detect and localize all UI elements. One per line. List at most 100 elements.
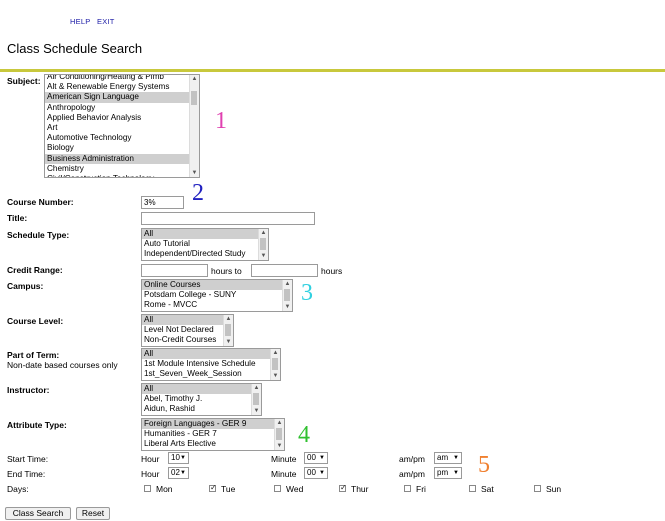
campus-listbox[interactable]: Online Courses Potsdam College - SUNY Rome… bbox=[141, 279, 293, 312]
listbox-option[interactable]: Alt & Renewable Energy Systems bbox=[45, 82, 189, 92]
listbox-option[interactable]: 1st_Seven_Week_Session bbox=[142, 369, 270, 379]
subject-listbox[interactable]: Air Conditioning/Heating & Plmb Alt & Ren… bbox=[44, 74, 200, 178]
start-minute-label: Minute bbox=[271, 454, 297, 464]
listbox-option[interactable]: All bbox=[142, 349, 270, 360]
end-hour-select[interactable]: 02 ▼ bbox=[168, 467, 189, 479]
listbox-option[interactable]: Auto Tutorial bbox=[142, 239, 258, 249]
day-label-mon: Mon bbox=[156, 484, 173, 494]
start-ampm-select[interactable]: am ▼ bbox=[434, 452, 462, 464]
help-link[interactable]: HELP bbox=[70, 17, 90, 26]
listbox-option[interactable]: Aidun, Rashid bbox=[142, 404, 251, 414]
end-hour-label: Hour bbox=[141, 469, 160, 479]
listbox-option[interactable]: Level Not Declared bbox=[142, 325, 223, 335]
header-divider bbox=[0, 69, 665, 72]
scroll-down-icon[interactable]: ▼ bbox=[253, 407, 260, 415]
end-time-label: End Time: bbox=[7, 469, 46, 479]
course-number-input[interactable]: 3% bbox=[141, 196, 184, 209]
part-of-term-listbox[interactable]: All 1st Module Intensive Schedule 1st_Seve… bbox=[141, 348, 281, 381]
day-label-wed: Wed bbox=[286, 484, 304, 494]
annotation-4: 4 bbox=[298, 422, 310, 448]
start-hour-select[interactable]: 10 ▼ bbox=[168, 452, 189, 464]
listbox-option[interactable]: All bbox=[142, 229, 258, 240]
listbox-option[interactable]: Art bbox=[45, 123, 189, 133]
annotation-2: 2 bbox=[192, 180, 204, 206]
day-label-thur: Thur bbox=[351, 484, 369, 494]
course-level-listbox[interactable]: All Level Not Declared Non-Credit Courses … bbox=[141, 314, 234, 347]
title-label: Title: bbox=[7, 213, 28, 223]
listbox-option[interactable]: Online Courses bbox=[142, 280, 282, 291]
day-label-tue: Tue bbox=[221, 484, 236, 494]
listbox-option[interactable]: Rome - MVCC bbox=[142, 300, 282, 310]
page-title: Class Schedule Search bbox=[7, 41, 143, 56]
listbox-option[interactable]: Air Conditioning/Heating & Plmb bbox=[45, 75, 189, 82]
listbox-option[interactable]: All bbox=[142, 384, 251, 395]
listbox-option[interactable]: Liberal Arts Elective bbox=[142, 439, 274, 449]
day-checkbox-thur[interactable] bbox=[339, 483, 347, 492]
scroll-thumb[interactable] bbox=[191, 91, 197, 105]
day-checkbox-mon[interactable] bbox=[144, 485, 151, 492]
day-checkbox-sat[interactable] bbox=[469, 485, 476, 492]
class-search-button[interactable]: Class Search bbox=[5, 507, 71, 520]
scroll-up-icon[interactable]: ▲ bbox=[253, 384, 260, 392]
listbox-option[interactable]: Humanities - GER 7 bbox=[142, 429, 274, 439]
start-time-label: Start Time: bbox=[7, 454, 49, 464]
scroll-down-icon[interactable]: ▼ bbox=[276, 442, 283, 450]
day-checkbox-fri[interactable] bbox=[404, 485, 411, 492]
start-hour-label: Hour bbox=[141, 454, 160, 464]
subject-label: Subject: bbox=[7, 76, 41, 86]
listbox-option[interactable]: Foreign Languages - GER 9 bbox=[142, 419, 274, 430]
listbox-option[interactable]: Biology bbox=[45, 143, 189, 153]
attribute-type-listbox[interactable]: Foreign Languages - GER 9 Humanities - GE… bbox=[141, 418, 285, 451]
day-checkbox-wed[interactable] bbox=[274, 485, 281, 492]
scroll-up-icon[interactable]: ▲ bbox=[260, 229, 267, 237]
campus-label: Campus: bbox=[7, 281, 44, 291]
scroll-up-icon[interactable]: ▲ bbox=[225, 315, 232, 323]
credit-to-input[interactable] bbox=[251, 264, 318, 277]
scroll-up-icon[interactable]: ▲ bbox=[191, 75, 198, 83]
day-checkbox-tue[interactable] bbox=[209, 483, 217, 492]
schedule-type-listbox[interactable]: All Auto Tutorial Independent/Directed Stu… bbox=[141, 228, 269, 261]
scroll-down-icon[interactable]: ▼ bbox=[191, 169, 198, 177]
scroll-down-icon[interactable]: ▼ bbox=[260, 252, 267, 260]
title-input[interactable] bbox=[141, 212, 315, 225]
start-minute-select[interactable]: 00 ▼ bbox=[304, 452, 328, 464]
listbox-option[interactable]: Potsdam College - SUNY bbox=[142, 290, 282, 300]
scroll-up-icon[interactable]: ▲ bbox=[284, 280, 291, 288]
listbox-option[interactable]: Applied Behavior Analysis bbox=[45, 113, 189, 123]
listbox-option[interactable]: 1st Module Intensive Schedule bbox=[142, 359, 270, 369]
listbox-option[interactable]: American Sign Language bbox=[45, 92, 189, 103]
scroll-down-icon[interactable]: ▼ bbox=[225, 338, 232, 346]
exit-link[interactable]: EXIT bbox=[97, 17, 114, 26]
listbox-option[interactable]: Anthropology bbox=[45, 103, 189, 113]
listbox-option[interactable]: All bbox=[142, 315, 223, 326]
end-ampm-label: am/pm bbox=[399, 469, 425, 479]
listbox-option[interactable]: Non-Credit Courses bbox=[142, 335, 223, 345]
chevron-down-icon: ▼ bbox=[319, 470, 325, 476]
scroll-up-icon[interactable]: ▲ bbox=[272, 349, 279, 357]
listbox-option[interactable]: Civil/Construction Technology bbox=[45, 174, 189, 177]
end-ampm-select[interactable]: pm ▼ bbox=[434, 467, 462, 479]
days-label: Days: bbox=[7, 484, 29, 494]
day-checkbox-sun[interactable] bbox=[534, 485, 541, 492]
scroll-down-icon[interactable]: ▼ bbox=[272, 372, 279, 380]
listbox-option[interactable]: Abel, Timothy J. bbox=[142, 394, 251, 404]
instructor-listbox[interactable]: All Abel, Timothy J. Aidun, Rashid ▲ ▼ bbox=[141, 383, 262, 416]
part-of-term-label: Part of Term: bbox=[7, 350, 60, 360]
end-minute-select[interactable]: 00 ▼ bbox=[304, 467, 328, 479]
scroll-up-icon[interactable]: ▲ bbox=[276, 419, 283, 427]
listbox-option[interactable]: Business Administration bbox=[45, 153, 189, 164]
listbox-option[interactable]: Independent/Directed Study bbox=[142, 249, 258, 259]
credit-from-input[interactable] bbox=[141, 264, 208, 277]
day-label-sat: Sat bbox=[481, 484, 494, 494]
scroll-down-icon[interactable]: ▼ bbox=[284, 303, 291, 311]
listbox-option[interactable]: Automotive Technology bbox=[45, 133, 189, 143]
chevron-down-icon: ▼ bbox=[453, 470, 459, 476]
chevron-down-icon: ▼ bbox=[453, 455, 459, 461]
reset-button[interactable]: Reset bbox=[76, 507, 110, 520]
part-of-term-note: Non-date based courses only bbox=[7, 360, 118, 370]
hours-to-text: hours to bbox=[211, 266, 242, 276]
listbox-option[interactable]: Chemistry bbox=[45, 164, 189, 174]
attribute-type-label: Attribute Type: bbox=[7, 420, 67, 430]
subject-scrollbar[interactable]: ▲ ▼ bbox=[189, 75, 199, 177]
day-label-fri: Fri bbox=[416, 484, 426, 494]
